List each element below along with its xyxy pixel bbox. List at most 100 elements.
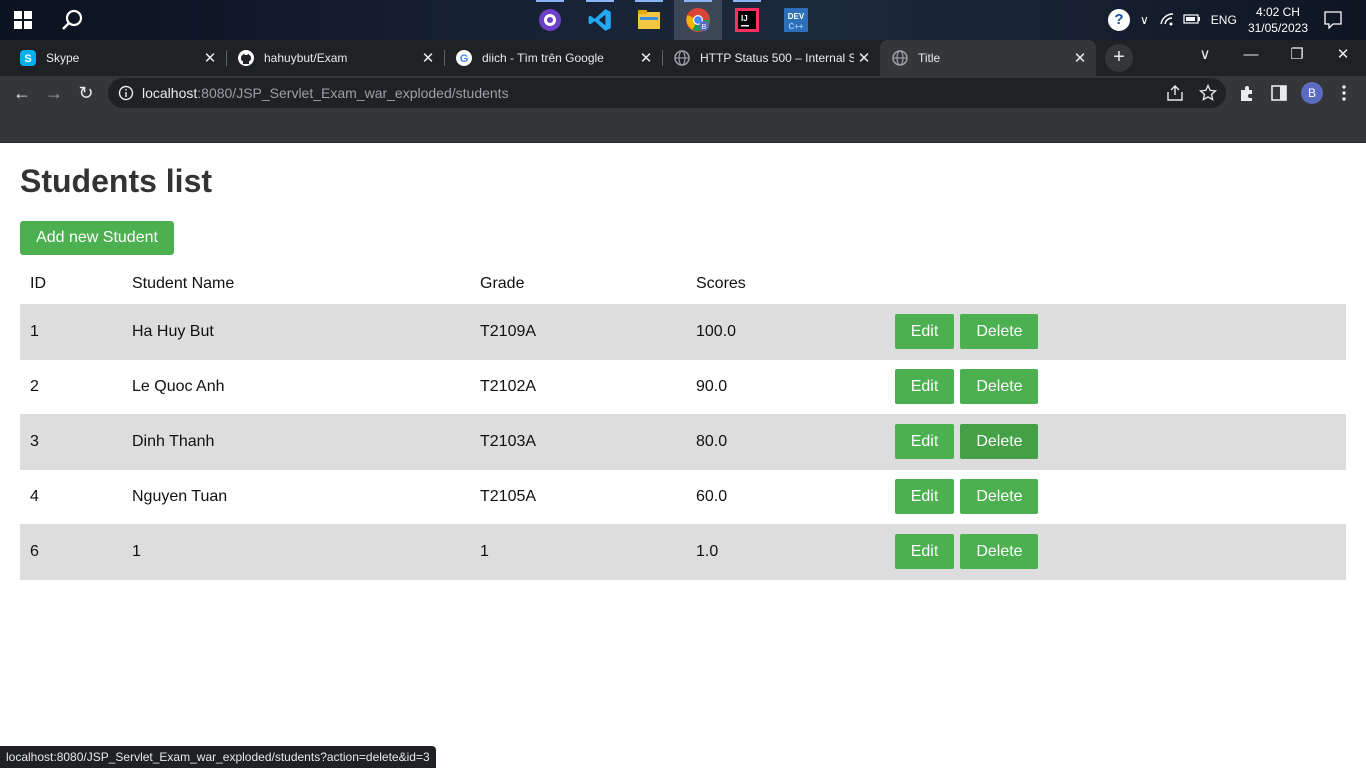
cell-id: 2 <box>20 359 122 415</box>
windows-start-icon[interactable] <box>14 11 32 29</box>
cell-id: 4 <box>20 469 122 525</box>
page-title: Students list <box>20 163 213 199</box>
tab-http-500[interactable]: HTTP Status 500 – Internal Se ✕ <box>662 40 880 76</box>
column-header-name: Student Name <box>122 264 470 305</box>
column-header-actions <box>885 264 1346 304</box>
cell-score: 90.0 <box>686 359 885 415</box>
forward-arrow-icon[interactable]: → <box>41 80 67 106</box>
cell-grade: T2102A <box>470 359 686 415</box>
browser-toolbar: ← → ↻ localhost:8080/JSP_Servlet_Exam_wa… <box>0 76 1366 110</box>
cell-actions: Edit Delete <box>885 359 1346 415</box>
clock[interactable]: 4:02 CH 31/05/2023 <box>1248 4 1308 36</box>
cell-id: 6 <box>20 524 122 580</box>
address-bar[interactable]: localhost:8080/JSP_Servlet_Exam_war_expl… <box>108 78 1226 108</box>
cell-name: 1 <box>122 524 470 580</box>
cell-grade: T2103A <box>470 414 686 470</box>
tab-title: hahuybut/Exam <box>264 51 348 65</box>
cell-actions: Edit Delete <box>885 414 1346 470</box>
svg-text:G: G <box>460 53 469 65</box>
svg-text:C++: C++ <box>788 22 803 31</box>
tab-title-active[interactable]: Title ✕ <box>880 40 1096 76</box>
globe-icon <box>674 50 690 66</box>
clock-date: 31/05/2023 <box>1247 21 1308 35</box>
browser-tab-strip: S Skype ✕ hahuybut/Exam ✕ G diich - Tìm … <box>0 40 1366 76</box>
file-explorer-icon[interactable] <box>625 0 673 40</box>
students-table: ID Student Name Grade Scores 1 Ha Huy Bu… <box>20 264 1346 580</box>
edit-button[interactable]: Edit <box>895 424 954 459</box>
intellij-icon[interactable]: IJ <box>723 0 771 40</box>
notification-icon[interactable] <box>1324 11 1342 34</box>
cell-grade: T2109A <box>470 304 686 360</box>
url-text[interactable]: localhost:8080/JSP_Servlet_Exam_war_expl… <box>142 85 509 101</box>
page-content: Students list Add new Student ID Student… <box>0 143 1366 768</box>
site-info-icon[interactable] <box>118 85 134 101</box>
cell-name: Ha Huy But <box>122 304 470 360</box>
close-icon[interactable]: ✕ <box>1070 49 1090 67</box>
edit-button[interactable]: Edit <box>895 479 954 514</box>
tab-title: Skype <box>46 51 80 65</box>
tab-search-chevron-icon[interactable]: ∨ <box>1182 40 1228 72</box>
tab-github[interactable]: hahuybut/Exam ✕ <box>226 40 445 76</box>
window-close-button[interactable]: ✕ <box>1320 40 1366 72</box>
cell-actions: Edit Delete <box>885 469 1346 525</box>
bookmark-star-icon[interactable] <box>1198 83 1218 102</box>
column-header-grade: Grade <box>470 264 686 305</box>
share-icon[interactable] <box>1166 84 1184 102</box>
svg-text:S: S <box>24 53 31 65</box>
close-icon[interactable]: ✕ <box>418 49 438 67</box>
cell-grade: T2105A <box>470 469 686 525</box>
delete-button[interactable]: Delete <box>960 424 1039 459</box>
column-header-id: ID <box>20 264 122 305</box>
cell-score: 80.0 <box>686 414 885 470</box>
cell-grade: 1 <box>470 524 686 580</box>
table-row: 2 Le Quoc Anh T2102A 90.0 Edit Delete <box>20 359 1346 415</box>
svg-text:B: B <box>702 24 707 31</box>
devc-icon[interactable]: DEV C++ <box>772 0 820 40</box>
edit-button[interactable]: Edit <box>895 313 954 349</box>
table-row: 1 Ha Huy But T2109A 100.0 Edit Delete <box>20 304 1346 360</box>
cell-id: 3 <box>20 414 122 470</box>
tab-google[interactable]: G diich - Tìm trên Google ✕ <box>444 40 663 76</box>
table-row: 4 Nguyen Tuan T2105A 60.0 Edit Delete <box>20 469 1346 525</box>
skype-icon: S <box>20 50 36 66</box>
new-tab-button[interactable]: + <box>1105 44 1133 72</box>
delete-button[interactable]: Delete <box>960 313 1039 349</box>
url-path: :8080/JSP_Servlet_Exam_war_exploded/stud… <box>197 85 509 101</box>
delete-button[interactable]: Delete <box>960 369 1039 404</box>
help-icon[interactable]: ? <box>1108 9 1130 31</box>
side-panel-icon[interactable] <box>1270 84 1288 102</box>
close-icon[interactable]: ✕ <box>636 49 656 67</box>
wifi-icon[interactable] <box>1159 12 1175 29</box>
add-student-button[interactable]: Add new Student <box>20 221 174 255</box>
delete-button[interactable]: Delete <box>960 479 1039 514</box>
menu-kebab-icon[interactable] <box>1336 84 1352 102</box>
edit-button[interactable]: Edit <box>895 369 954 404</box>
language-indicator[interactable]: ENG <box>1211 13 1237 27</box>
restore-button[interactable]: ❐ <box>1274 40 1320 72</box>
search-icon[interactable] <box>60 8 84 32</box>
cell-score: 100.0 <box>686 304 885 360</box>
github-desktop-icon[interactable] <box>526 0 574 40</box>
google-icon: G <box>456 50 472 66</box>
cell-name: Dinh Thanh <box>122 414 470 470</box>
link-status-bar: localhost:8080/JSP_Servlet_Exam_war_expl… <box>0 746 436 768</box>
svg-text:IJ: IJ <box>741 14 748 23</box>
system-tray: ? ∨ ENG <box>1108 0 1237 40</box>
close-icon[interactable]: ✕ <box>200 49 220 67</box>
vscode-icon[interactable] <box>576 0 624 40</box>
profile-avatar[interactable]: B <box>1301 82 1323 104</box>
reload-icon[interactable]: ↻ <box>73 80 99 106</box>
close-icon[interactable]: ✕ <box>854 49 874 67</box>
minimize-button[interactable]: — <box>1228 40 1274 72</box>
svg-text:DEV: DEV <box>788 12 805 21</box>
chrome-icon[interactable]: B <box>674 0 722 40</box>
tab-skype[interactable]: S Skype ✕ <box>8 40 227 76</box>
edit-button[interactable]: Edit <box>895 534 954 569</box>
chevron-up-icon[interactable]: ∨ <box>1140 13 1149 27</box>
back-arrow-icon[interactable]: ← <box>9 80 35 106</box>
extensions-icon[interactable] <box>1238 84 1256 102</box>
battery-icon[interactable] <box>1183 13 1201 28</box>
globe-icon <box>892 50 908 66</box>
table-header-row: ID Student Name Grade Scores <box>20 264 1346 305</box>
delete-button[interactable]: Delete <box>960 534 1039 569</box>
